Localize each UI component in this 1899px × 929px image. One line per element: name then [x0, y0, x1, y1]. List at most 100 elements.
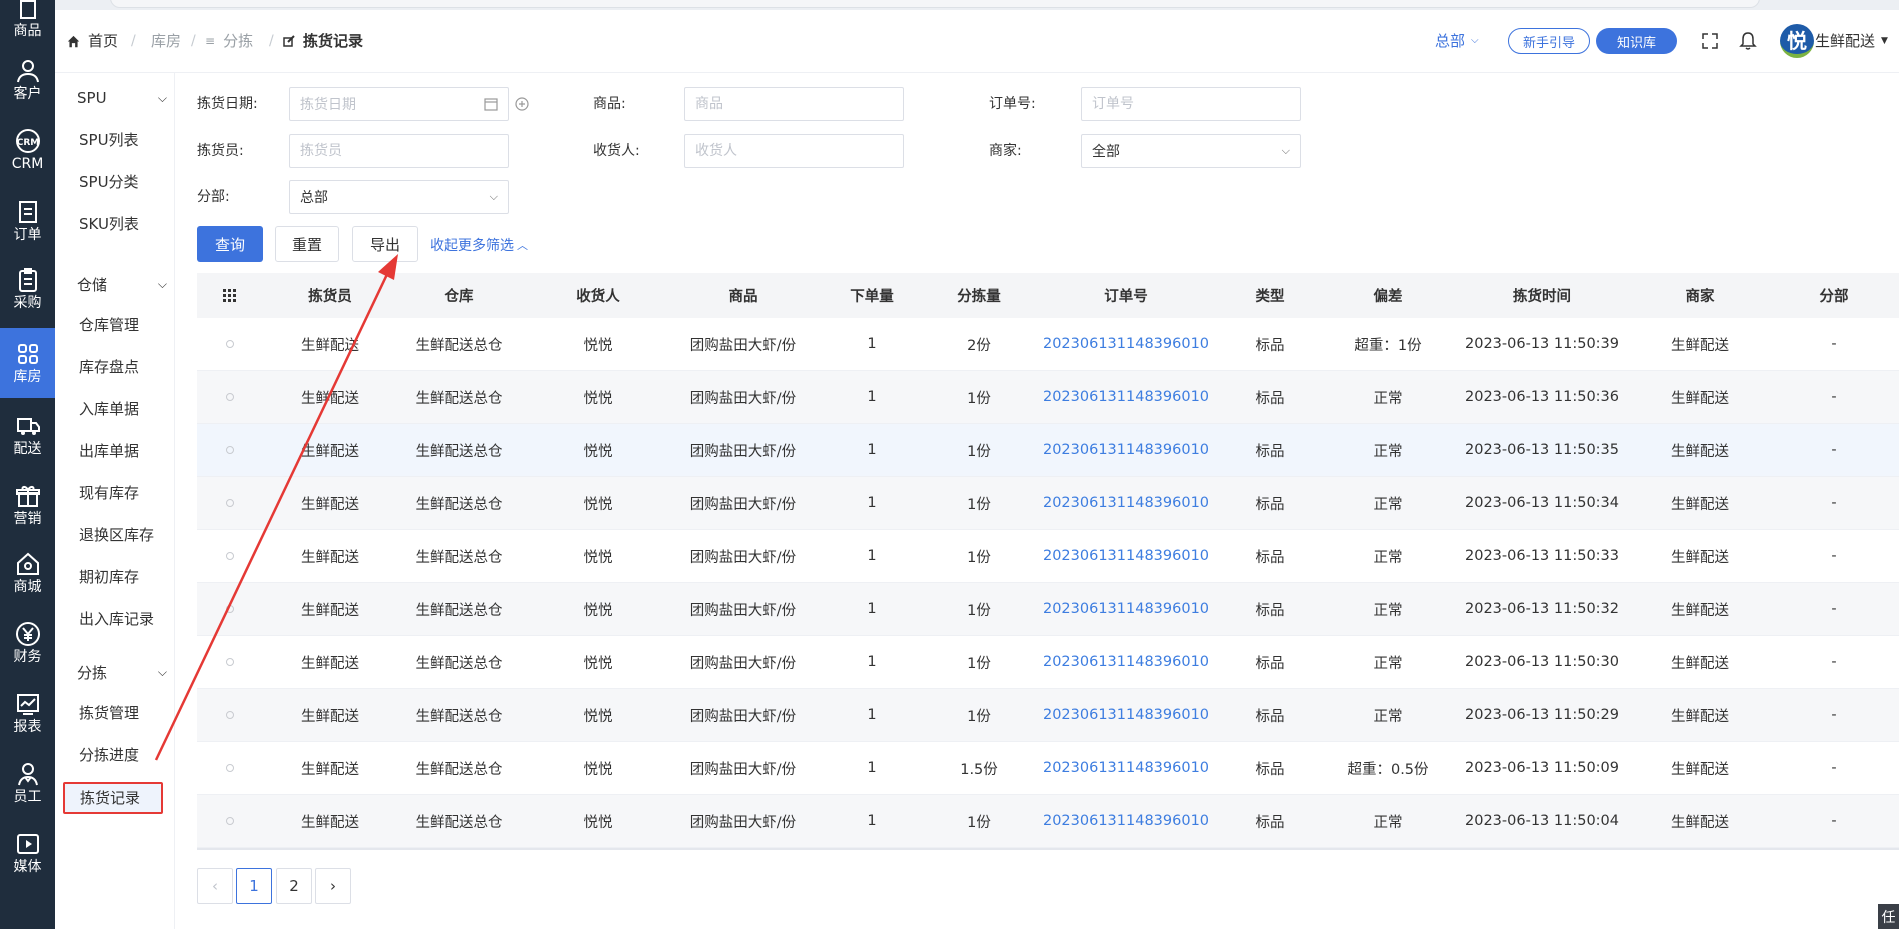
- breadcrumb-home[interactable]: 首页: [67, 30, 118, 52]
- rail-item[interactable]: 库房: [0, 328, 55, 398]
- column-header[interactable]: 商品: [673, 273, 813, 318]
- column-header[interactable]: 拣货时间: [1472, 273, 1612, 318]
- chevron-down-icon: ⌵: [489, 190, 498, 203]
- subnav-item[interactable]: 入库单据: [79, 398, 139, 420]
- subnav-item[interactable]: 退换区库存: [79, 524, 154, 546]
- browser-url-bar[interactable]: [110, 0, 1760, 8]
- order-number-link[interactable]: 202306131148396010: [1043, 742, 1209, 794]
- add-circle-icon[interactable]: [515, 97, 529, 111]
- table-row[interactable]: 生鲜配送 生鲜配送总仓 悦悦 团购盐田大虾/份 1 1份 20230613114839601…: [197, 530, 1899, 583]
- table-row[interactable]: 生鲜配送 生鲜配送总仓 悦悦 团购盐田大虾/份 1 1份 20230613114839601…: [197, 689, 1899, 742]
- table-row[interactable]: 生鲜配送 生鲜配送总仓 悦悦 团购盐田大虾/份 1 1份 20230613114839601…: [197, 424, 1899, 477]
- receiver-input[interactable]: [684, 134, 904, 168]
- column-header[interactable]: 分部: [1764, 273, 1899, 318]
- column-header[interactable]: 拣货员: [260, 273, 400, 318]
- rail-item[interactable]: 客户: [0, 45, 55, 115]
- subnav-item[interactable]: SKU列表: [79, 213, 139, 235]
- subnav-item[interactable]: SPU列表: [79, 129, 139, 151]
- order-number-link[interactable]: 202306131148396010: [1043, 583, 1209, 635]
- page-button[interactable]: 2: [276, 868, 312, 904]
- order-no-input[interactable]: [1081, 87, 1301, 121]
- subnav-item[interactable]: 出入库记录: [79, 608, 154, 630]
- product-label: 商品:: [593, 96, 626, 112]
- column-settings-icon[interactable]: [197, 273, 263, 318]
- table-cell: 悦悦: [583, 655, 613, 672]
- breadcrumb-level1[interactable]: 库房: [151, 30, 181, 52]
- breadcrumb-level2[interactable]: ≡ 分拣: [205, 30, 253, 52]
- merchant-select-value: 全部: [1092, 144, 1120, 160]
- rail-item[interactable]: 营销: [0, 470, 55, 540]
- table-row[interactable]: 生鲜配送 生鲜配送总仓 悦悦 团购盐田大虾/份 1 1份 20230613114839601…: [197, 795, 1899, 848]
- table-row[interactable]: 生鲜配送 生鲜配送总仓 悦悦 团购盐田大虾/份 1 1份 20230613114839601…: [197, 477, 1899, 530]
- order-number-link[interactable]: 202306131148396010: [1043, 477, 1209, 529]
- subnav-item[interactable]: 拣货管理: [79, 702, 139, 724]
- pick-date-input[interactable]: 拣货日期: [289, 87, 509, 121]
- page-button[interactable]: 1: [236, 868, 272, 904]
- column-header[interactable]: 商家: [1630, 273, 1770, 318]
- table-row[interactable]: 生鲜配送 生鲜配送总仓 悦悦 团购盐田大虾/份 1 1.5份 202306131148396…: [197, 742, 1899, 795]
- next-page-button[interactable]: ›: [315, 868, 351, 904]
- column-header[interactable]: 仓库: [389, 273, 529, 318]
- table-row[interactable]: 生鲜配送 生鲜配送总仓 悦悦 团购盐田大虾/份 1 2份 20230613114839601…: [197, 318, 1899, 371]
- query-button[interactable]: 查询: [197, 226, 263, 262]
- rail-item[interactable]: 商城: [0, 538, 55, 608]
- prev-page-button[interactable]: ‹: [197, 868, 233, 904]
- rail-item-label: 营销: [13, 511, 42, 527]
- rail-item[interactable]: 媒体: [0, 818, 55, 888]
- order-number-link[interactable]: 202306131148396010: [1043, 424, 1209, 476]
- order-number-link[interactable]: 202306131148396010: [1043, 318, 1209, 370]
- table-row[interactable]: 生鲜配送 生鲜配送总仓 悦悦 团购盐田大虾/份 1 1份 20230613114839601…: [197, 371, 1899, 424]
- subnav-group[interactable]: 分拣 ⌵: [77, 660, 167, 684]
- rail-item[interactable]: 订单: [0, 186, 55, 256]
- branch-select[interactable]: 总部 ⌵: [289, 180, 509, 214]
- order-number-link[interactable]: 202306131148396010: [1043, 530, 1209, 582]
- order-number-link[interactable]: 202306131148396010: [1043, 689, 1209, 741]
- table-row[interactable]: 生鲜配送 生鲜配送总仓 悦悦 团购盐田大虾/份 1 1份 20230613114839601…: [197, 583, 1899, 636]
- rail-item[interactable]: 采购: [0, 254, 55, 324]
- rail-item[interactable]: 财务: [0, 608, 55, 678]
- subnav-item[interactable]: 拣货记录: [63, 782, 163, 814]
- subnav-group[interactable]: SPU ⌵: [77, 86, 167, 110]
- subnav-group[interactable]: 仓储 ⌵: [77, 272, 167, 296]
- column-header[interactable]: 订单号: [1056, 273, 1196, 318]
- table-cell: 2023-06-13 11:50:30: [1465, 654, 1619, 670]
- table-cell: 悦悦: [583, 761, 613, 778]
- column-header[interactable]: 收货人: [528, 273, 668, 318]
- table-cell: 2份: [967, 337, 991, 354]
- order-number-link[interactable]: 202306131148396010: [1043, 636, 1209, 688]
- table-row[interactable]: 生鲜配送 生鲜配送总仓 悦悦 团购盐田大虾/份 1 1份 20230613114839601…: [197, 636, 1899, 689]
- rail-item[interactable]: CRM CRM: [0, 115, 55, 185]
- bell-icon[interactable]: [1739, 31, 1757, 51]
- column-header[interactable]: 偏差: [1318, 273, 1458, 318]
- order-number-link[interactable]: 202306131148396010: [1043, 795, 1209, 847]
- subnav-item[interactable]: 期初库存: [79, 566, 139, 588]
- column-header[interactable]: 分拣量: [909, 273, 1049, 318]
- knowledge-base-button[interactable]: 知识库: [1596, 28, 1677, 54]
- subnav-item[interactable]: 现有库存: [79, 482, 139, 504]
- branch-selector-label: 总部: [1435, 32, 1466, 50]
- picker-input[interactable]: [289, 134, 509, 168]
- subnav-item[interactable]: 出库单据: [79, 440, 139, 462]
- rail-item[interactable]: 配送: [0, 400, 55, 470]
- corner-badge[interactable]: 任: [1878, 904, 1899, 929]
- avatar[interactable]: 悦: [1780, 24, 1814, 58]
- fullscreen-icon[interactable]: [1702, 33, 1718, 49]
- product-input[interactable]: [684, 87, 904, 121]
- order-number-link[interactable]: 202306131148396010: [1043, 371, 1209, 423]
- collapse-filters-link[interactable]: 收起更多筛选 ︿: [430, 235, 528, 255]
- branch-selector[interactable]: 总部 ⌵: [1435, 30, 1479, 52]
- subnav-item[interactable]: 库存盘点: [79, 356, 139, 378]
- top-header: 首页 / 库房 / ≡ 分拣 / 拣货记录 总部 ⌵ 新手引导 知识库 悦 生鲜…: [55, 10, 1899, 73]
- subnav-item[interactable]: 仓库管理: [79, 314, 139, 336]
- reset-button[interactable]: 重置: [275, 226, 339, 262]
- rail-item[interactable]: 报表: [0, 678, 55, 748]
- merchant-select[interactable]: 全部 ⌵: [1081, 134, 1301, 168]
- rail-item[interactable]: 员工: [0, 748, 55, 818]
- subnav-item[interactable]: SPU分类: [79, 171, 139, 193]
- user-menu[interactable]: 生鲜配送 ▼: [1815, 30, 1888, 52]
- breadcrumb-separator: /: [131, 33, 136, 49]
- guide-button[interactable]: 新手引导: [1508, 28, 1590, 54]
- export-button[interactable]: 导出: [352, 226, 418, 262]
- table-cell: 悦悦: [583, 443, 613, 460]
- subnav-item[interactable]: 分拣进度: [79, 744, 139, 766]
